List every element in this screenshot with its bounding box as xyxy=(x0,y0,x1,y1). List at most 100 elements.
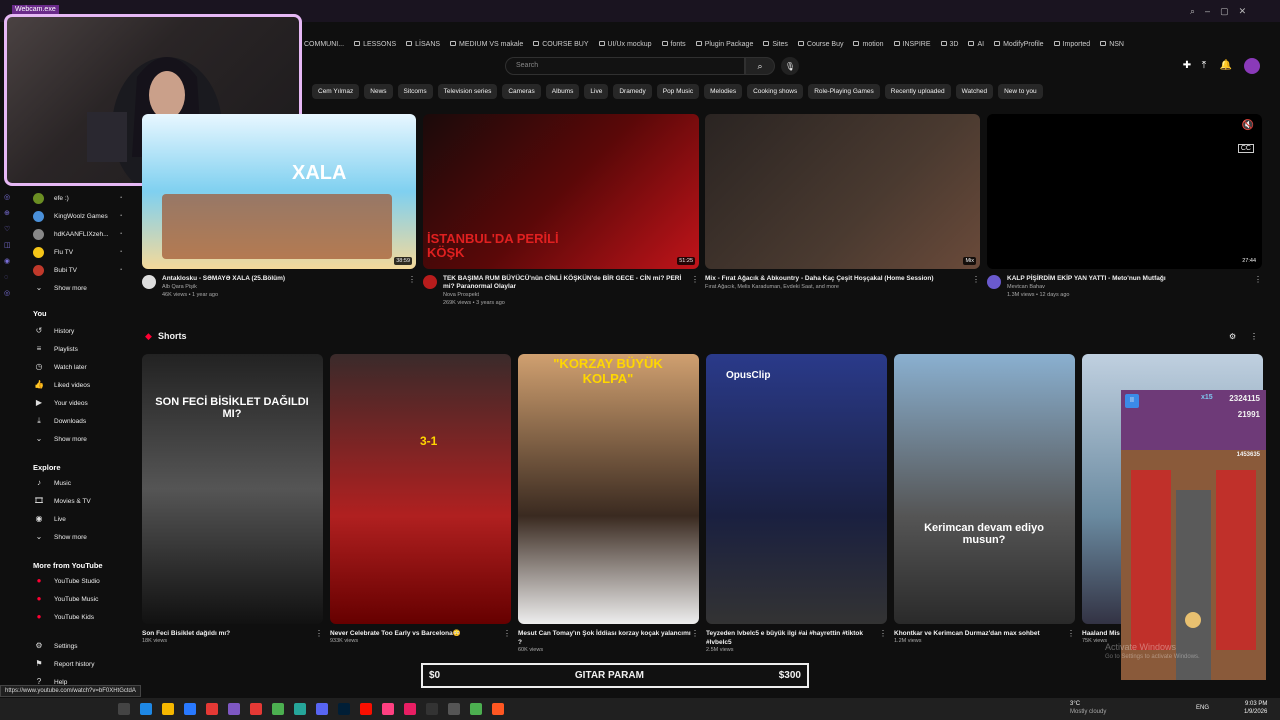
bookmark-item[interactable]: motion xyxy=(853,41,884,48)
short-thumbnail[interactable]: 3-1 xyxy=(330,354,511,624)
video-title[interactable]: Antaklosku - SƏMAYƏ XALA (25.Bölüm) xyxy=(162,275,402,283)
channel-name[interactable]: Alb Qara Pişik xyxy=(162,283,402,291)
language-indicator[interactable]: ENG xyxy=(1196,705,1209,711)
filter-chip[interactable]: Dramedy xyxy=(613,84,652,99)
search-icon[interactable]: ⌕ xyxy=(1190,6,1195,17)
maximize-icon[interactable]: ▢ xyxy=(1220,6,1229,17)
clock[interactable]: 9:03 PM 1/9/2026 xyxy=(1244,700,1267,716)
video-preview-player[interactable]: 🔇 CC 27:44 xyxy=(987,114,1262,269)
taskbar-app-icon[interactable] xyxy=(206,703,218,715)
sidebar-item-watch-later[interactable]: ◷ Watch later xyxy=(12,358,132,376)
filter-chip[interactable]: Role-Playing Games xyxy=(808,84,880,99)
taskbar-app-icon[interactable] xyxy=(228,703,240,715)
bookmark-item[interactable]: ModifyProfile xyxy=(994,41,1044,48)
video-thumbnail[interactable]: XALA 38:59 xyxy=(142,114,416,269)
bookmark-item[interactable]: LESSONS xyxy=(354,41,396,48)
taskbar-app-icon[interactable] xyxy=(272,703,284,715)
video-thumbnail[interactable]: Mix xyxy=(705,114,980,269)
filter-chip[interactable]: Television series xyxy=(437,84,498,99)
sidebar-item-yt-app[interactable]: ● YouTube Studio xyxy=(12,572,132,590)
video-title[interactable]: Mix - Fırat Ağacık & Abkountry - Daha Ka… xyxy=(705,275,966,283)
pause-icon[interactable]: II xyxy=(1125,394,1139,408)
short-thumbnail[interactable]: SON FECİ BİSİKLET DAĞILDI MI? xyxy=(142,354,323,624)
sidebar-item-liked-videos[interactable]: 👍 Liked videos xyxy=(12,376,132,394)
shorts-settings-icon[interactable]: ⚙ xyxy=(1229,332,1236,341)
video-thumbnail[interactable]: İSTANBUL'DA PERİLİ KÖŞK 51:25 xyxy=(423,114,699,269)
search-input[interactable]: Search xyxy=(505,57,745,75)
filter-chip[interactable]: Recently uploaded xyxy=(884,84,951,99)
taskbar-app-icon[interactable] xyxy=(448,703,460,715)
video-title[interactable]: KALP PİŞİRDİM EKİP YAN YATTI - Meto'nun … xyxy=(1007,275,1248,283)
short-thumbnail[interactable]: "KORZAY BÜYÜK KOLPA" xyxy=(518,354,699,624)
bookmark-item[interactable]: COURSE BUY xyxy=(533,41,589,48)
taskbar-app-icon[interactable] xyxy=(162,703,174,715)
bookmark-item[interactable]: AI xyxy=(968,41,984,48)
filter-chip[interactable]: Cem Yılmaz xyxy=(312,84,360,99)
channel-name[interactable]: Mevtcan Bahav xyxy=(1007,283,1248,291)
sidebar-item-music[interactable]: ♪ Music xyxy=(12,474,132,492)
taskbar-app-icon[interactable] xyxy=(294,703,306,715)
filter-chip[interactable]: Cameras xyxy=(502,84,541,99)
sidebar-item-yt-app[interactable]: ● YouTube Music xyxy=(12,590,132,608)
sidebar-item-history[interactable]: ↺ History xyxy=(12,322,132,340)
more-icon[interactable]: ⋮ xyxy=(879,629,887,653)
bookmark-item[interactable]: MEDIUM VS makale xyxy=(450,41,523,48)
bookmark-item[interactable]: 3D xyxy=(940,41,958,48)
filter-chip[interactable]: Sitcoms xyxy=(397,84,433,99)
bookmark-item[interactable]: Sites xyxy=(763,41,788,48)
mute-icon[interactable]: 🔇 xyxy=(1242,120,1254,131)
bookmark-item[interactable]: fonts xyxy=(661,41,686,48)
short-title[interactable]: Khontkar ve Kerimcan Durmaz'dan max sohb… xyxy=(894,629,1067,638)
sidebar-item-show-more[interactable]: ⌄ Show more xyxy=(12,430,132,448)
bookmark-item[interactable]: Plugin Package xyxy=(695,41,753,48)
subscription-item[interactable]: efe :) • xyxy=(12,189,132,207)
bookmark-item[interactable]: UI/Ux mockup xyxy=(598,41,652,48)
bell-icon[interactable]: 🔔 xyxy=(1219,59,1233,73)
sidebar-item-report-history[interactable]: ⚑ Report history xyxy=(12,655,132,673)
subscription-item[interactable]: KingWoolz Games • xyxy=(12,207,132,225)
weather-widget[interactable]: 3°C Mostly cloudy xyxy=(1070,700,1106,716)
captions-icon[interactable]: CC xyxy=(1237,144,1254,153)
taskbar-app-icon[interactable] xyxy=(118,703,130,715)
sidebar-item-yt-app[interactable]: ● YouTube Kids xyxy=(12,608,132,626)
more-icon[interactable]: ⋮ xyxy=(315,629,323,644)
sidebar-item-your-videos[interactable]: ▶ Your videos xyxy=(12,394,132,412)
sidebar-item-downloads[interactable]: ⤓ Downloads xyxy=(12,412,132,430)
create-icon[interactable]: ✚ xyxy=(1180,59,1194,73)
taskbar-app-icon[interactable] xyxy=(382,703,394,715)
search-button[interactable]: ⌕ xyxy=(745,57,775,75)
taskbar-app-icon[interactable] xyxy=(184,703,196,715)
taskbar-app-icon[interactable] xyxy=(492,703,504,715)
filter-chip[interactable]: News xyxy=(364,84,393,99)
sidebar-item-settings[interactable]: ⚙ Settings xyxy=(12,637,132,655)
more-icon[interactable]: ⋮ xyxy=(408,275,416,299)
more-icon[interactable]: ⋮ xyxy=(503,629,511,644)
more-icon[interactable]: ⋮ xyxy=(1254,275,1262,299)
taskbar-app-icon[interactable] xyxy=(316,703,328,715)
bookmark-item[interactable]: INSPIRE xyxy=(893,41,931,48)
you-header[interactable]: You xyxy=(33,309,47,318)
filter-chip[interactable]: Watched xyxy=(955,84,994,99)
more-icon[interactable]: ⋮ xyxy=(691,629,699,653)
taskbar-app-icon[interactable] xyxy=(404,703,416,715)
channel-avatar[interactable] xyxy=(142,275,156,289)
filter-chip[interactable]: New to you xyxy=(998,84,1043,99)
short-thumbnail[interactable]: Kerimcan devam ediyo musun? xyxy=(894,354,1075,624)
taskbar-app-icon[interactable] xyxy=(470,703,482,715)
filter-chip[interactable]: Melodies xyxy=(704,84,743,99)
show-more-button[interactable]: ⌄ Show more xyxy=(12,279,132,297)
minimize-icon[interactable]: – xyxy=(1205,6,1210,17)
bookmark-item[interactable]: COMMUNI... xyxy=(295,41,344,48)
taskbar-app-icon[interactable] xyxy=(140,703,152,715)
short-title[interactable]: Teyzeden lvbelc5 e büyük ilgi #ai #hayre… xyxy=(706,629,879,647)
video-title[interactable]: TEK BAŞIMA RUM BÜYÜCÜ'nün CİNLİ KÖŞKÜN'd… xyxy=(443,275,685,291)
subscription-item[interactable]: hdKAANFLIXzeh... • xyxy=(12,225,132,243)
more-icon[interactable]: ⋮ xyxy=(1067,629,1075,644)
filter-chip[interactable]: Pop Music xyxy=(656,84,700,99)
more-icon[interactable]: ⋮ xyxy=(1250,332,1258,341)
more-icon[interactable]: ⋮ xyxy=(691,275,699,307)
filter-chip[interactable]: Albums xyxy=(545,84,580,99)
avatar[interactable] xyxy=(1244,58,1260,74)
sidebar-item-show-more[interactable]: ⌄ Show more xyxy=(12,528,132,546)
voice-search-button[interactable]: 🎙 xyxy=(781,57,799,75)
